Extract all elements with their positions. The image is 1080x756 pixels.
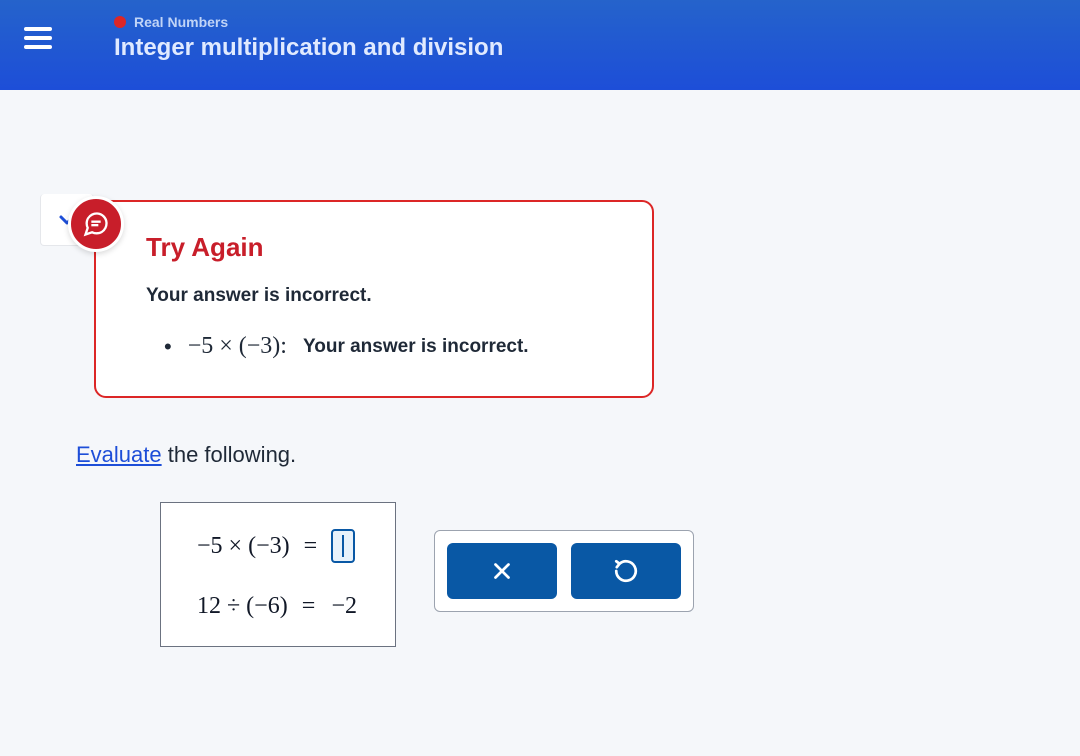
feedback-bubble-icon <box>68 196 124 252</box>
feedback-item-expr: −5 × (−3): <box>188 333 287 360</box>
cursor-icon <box>342 535 344 557</box>
instruction: Evaluate the following. <box>76 442 1040 468</box>
problem-2: 12 ÷ (−6) = −2 <box>197 593 359 620</box>
clear-button[interactable] <box>447 543 557 599</box>
p2-lhs: 12 ÷ (−6) <box>197 593 288 620</box>
work-row: −5 × (−3) = 12 ÷ (−6) = −2 <box>160 502 1040 647</box>
header-category: Real Numbers <box>114 14 503 30</box>
bullet-icon: • <box>164 334 172 360</box>
feedback-item: • −5 × (−3): Your answer is incorrect. <box>146 333 618 360</box>
p2-answer: −2 <box>329 593 359 620</box>
feedback-body: Your answer is incorrect. <box>146 285 618 307</box>
app-header: Real Numbers Integer multiplication and … <box>0 0 1080 90</box>
p1-answer-input[interactable] <box>331 529 355 563</box>
header-text: Real Numbers Integer multiplication and … <box>114 14 503 62</box>
reset-button[interactable] <box>571 543 681 599</box>
problem-1: −5 × (−3) = <box>197 529 359 563</box>
undo-icon <box>613 558 639 584</box>
category-dot-icon <box>114 16 126 28</box>
p1-eq: = <box>304 533 318 560</box>
feedback-card: Try Again Your answer is incorrect. • −5… <box>94 200 654 398</box>
problem-box: −5 × (−3) = 12 ÷ (−6) = −2 <box>160 502 396 647</box>
evaluate-link[interactable]: Evaluate <box>76 442 162 467</box>
menu-icon[interactable] <box>20 23 56 53</box>
category-label: Real Numbers <box>134 14 228 30</box>
p2-eq: = <box>302 593 316 620</box>
content-area: Try Again Your answer is incorrect. • −5… <box>0 200 1080 687</box>
p1-lhs: −5 × (−3) <box>197 533 290 560</box>
feedback-item-text: Your answer is incorrect. <box>303 336 529 358</box>
control-panel <box>434 530 694 612</box>
feedback-title: Try Again <box>146 232 618 263</box>
page-title: Integer multiplication and division <box>114 34 503 62</box>
x-icon <box>489 558 515 584</box>
instruction-rest: the following. <box>162 442 297 467</box>
